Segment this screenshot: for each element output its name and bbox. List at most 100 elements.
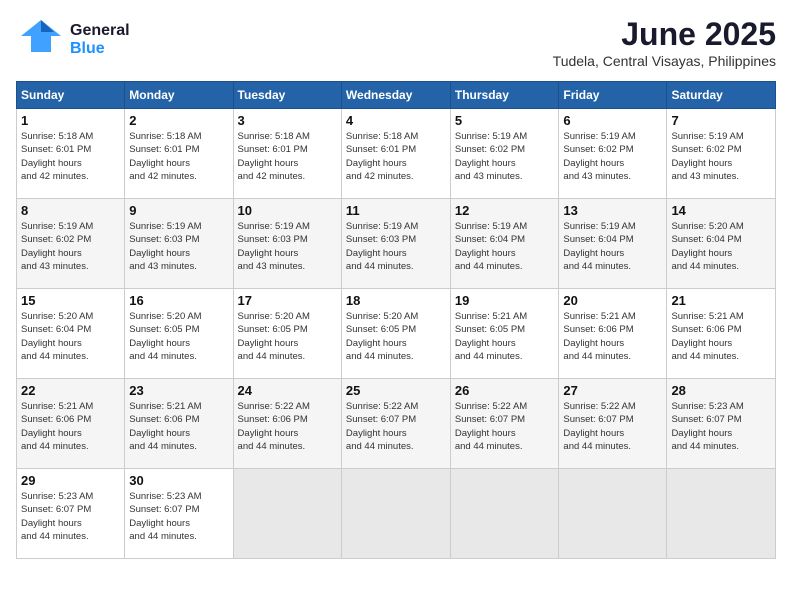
calendar-cell: 24 Sunrise: 5:22 AM Sunset: 6:06 PM Dayl… xyxy=(233,379,341,469)
header-thursday: Thursday xyxy=(450,82,559,109)
calendar-cell xyxy=(341,469,450,559)
calendar-cell: 29 Sunrise: 5:23 AM Sunset: 6:07 PM Dayl… xyxy=(17,469,125,559)
day-number: 16 xyxy=(129,293,228,308)
day-info: Sunrise: 5:21 AM Sunset: 6:06 PM Dayligh… xyxy=(563,310,662,363)
day-info: Sunrise: 5:20 AM Sunset: 6:04 PM Dayligh… xyxy=(671,220,771,273)
day-number: 7 xyxy=(671,113,771,128)
day-number: 14 xyxy=(671,203,771,218)
logo-icon xyxy=(16,16,66,64)
calendar-cell: 26 Sunrise: 5:22 AM Sunset: 6:07 PM Dayl… xyxy=(450,379,559,469)
day-number: 11 xyxy=(346,203,446,218)
day-info: Sunrise: 5:19 AM Sunset: 6:03 PM Dayligh… xyxy=(346,220,446,273)
day-info: Sunrise: 5:18 AM Sunset: 6:01 PM Dayligh… xyxy=(238,130,337,183)
day-info: Sunrise: 5:22 AM Sunset: 6:06 PM Dayligh… xyxy=(238,400,337,453)
day-number: 19 xyxy=(455,293,555,308)
calendar-cell: 11 Sunrise: 5:19 AM Sunset: 6:03 PM Dayl… xyxy=(341,199,450,289)
day-info: Sunrise: 5:20 AM Sunset: 6:05 PM Dayligh… xyxy=(238,310,337,363)
week-row-3: 15 Sunrise: 5:20 AM Sunset: 6:04 PM Dayl… xyxy=(17,289,776,379)
week-row-2: 8 Sunrise: 5:19 AM Sunset: 6:02 PM Dayli… xyxy=(17,199,776,289)
header-sunday: Sunday xyxy=(17,82,125,109)
day-number: 6 xyxy=(563,113,662,128)
header-tuesday: Tuesday xyxy=(233,82,341,109)
day-info: Sunrise: 5:21 AM Sunset: 6:06 PM Dayligh… xyxy=(129,400,228,453)
day-number: 18 xyxy=(346,293,446,308)
day-number: 25 xyxy=(346,383,446,398)
calendar-cell: 10 Sunrise: 5:19 AM Sunset: 6:03 PM Dayl… xyxy=(233,199,341,289)
day-number: 15 xyxy=(21,293,120,308)
day-info: Sunrise: 5:18 AM Sunset: 6:01 PM Dayligh… xyxy=(346,130,446,183)
day-info: Sunrise: 5:19 AM Sunset: 6:03 PM Dayligh… xyxy=(129,220,228,273)
logo-text-general: General xyxy=(70,22,130,40)
header-wednesday: Wednesday xyxy=(341,82,450,109)
day-number: 20 xyxy=(563,293,662,308)
day-number: 5 xyxy=(455,113,555,128)
calendar-cell: 18 Sunrise: 5:20 AM Sunset: 6:05 PM Dayl… xyxy=(341,289,450,379)
calendar-cell: 20 Sunrise: 5:21 AM Sunset: 6:06 PM Dayl… xyxy=(559,289,667,379)
day-number: 24 xyxy=(238,383,337,398)
day-number: 28 xyxy=(671,383,771,398)
day-number: 4 xyxy=(346,113,446,128)
location-title: Tudela, Central Visayas, Philippines xyxy=(553,53,776,69)
day-number: 22 xyxy=(21,383,120,398)
header-saturday: Saturday xyxy=(667,82,776,109)
day-number: 2 xyxy=(129,113,228,128)
calendar-cell: 12 Sunrise: 5:19 AM Sunset: 6:04 PM Dayl… xyxy=(450,199,559,289)
page-header: General Blue June 2025 Tudela, Central V… xyxy=(16,16,776,69)
day-info: Sunrise: 5:23 AM Sunset: 6:07 PM Dayligh… xyxy=(671,400,771,453)
day-info: Sunrise: 5:21 AM Sunset: 6:06 PM Dayligh… xyxy=(671,310,771,363)
calendar-cell: 14 Sunrise: 5:20 AM Sunset: 6:04 PM Dayl… xyxy=(667,199,776,289)
day-number: 12 xyxy=(455,203,555,218)
day-info: Sunrise: 5:21 AM Sunset: 6:05 PM Dayligh… xyxy=(455,310,555,363)
calendar-table: Sunday Monday Tuesday Wednesday Thursday… xyxy=(16,81,776,559)
weekday-header-row: Sunday Monday Tuesday Wednesday Thursday… xyxy=(17,82,776,109)
calendar-cell: 13 Sunrise: 5:19 AM Sunset: 6:04 PM Dayl… xyxy=(559,199,667,289)
day-number: 17 xyxy=(238,293,337,308)
day-info: Sunrise: 5:19 AM Sunset: 6:04 PM Dayligh… xyxy=(563,220,662,273)
calendar-cell: 8 Sunrise: 5:19 AM Sunset: 6:02 PM Dayli… xyxy=(17,199,125,289)
calendar-cell: 1 Sunrise: 5:18 AM Sunset: 6:01 PM Dayli… xyxy=(17,109,125,199)
day-info: Sunrise: 5:22 AM Sunset: 6:07 PM Dayligh… xyxy=(346,400,446,453)
calendar-cell: 2 Sunrise: 5:18 AM Sunset: 6:01 PM Dayli… xyxy=(125,109,233,199)
day-info: Sunrise: 5:18 AM Sunset: 6:01 PM Dayligh… xyxy=(129,130,228,183)
calendar-title-area: June 2025 Tudela, Central Visayas, Phili… xyxy=(553,16,776,69)
header-monday: Monday xyxy=(125,82,233,109)
day-info: Sunrise: 5:20 AM Sunset: 6:05 PM Dayligh… xyxy=(346,310,446,363)
calendar-cell: 4 Sunrise: 5:18 AM Sunset: 6:01 PM Dayli… xyxy=(341,109,450,199)
day-info: Sunrise: 5:22 AM Sunset: 6:07 PM Dayligh… xyxy=(563,400,662,453)
calendar-cell: 27 Sunrise: 5:22 AM Sunset: 6:07 PM Dayl… xyxy=(559,379,667,469)
calendar-cell xyxy=(559,469,667,559)
day-number: 10 xyxy=(238,203,337,218)
calendar-cell: 30 Sunrise: 5:23 AM Sunset: 6:07 PM Dayl… xyxy=(125,469,233,559)
day-info: Sunrise: 5:18 AM Sunset: 6:01 PM Dayligh… xyxy=(21,130,120,183)
day-info: Sunrise: 5:23 AM Sunset: 6:07 PM Dayligh… xyxy=(129,490,228,543)
calendar-cell: 3 Sunrise: 5:18 AM Sunset: 6:01 PM Dayli… xyxy=(233,109,341,199)
day-info: Sunrise: 5:19 AM Sunset: 6:04 PM Dayligh… xyxy=(455,220,555,273)
day-number: 1 xyxy=(21,113,120,128)
day-number: 8 xyxy=(21,203,120,218)
week-row-1: 1 Sunrise: 5:18 AM Sunset: 6:01 PM Dayli… xyxy=(17,109,776,199)
week-row-5: 29 Sunrise: 5:23 AM Sunset: 6:07 PM Dayl… xyxy=(17,469,776,559)
calendar-cell: 15 Sunrise: 5:20 AM Sunset: 6:04 PM Dayl… xyxy=(17,289,125,379)
day-info: Sunrise: 5:19 AM Sunset: 6:02 PM Dayligh… xyxy=(455,130,555,183)
day-info: Sunrise: 5:21 AM Sunset: 6:06 PM Dayligh… xyxy=(21,400,120,453)
calendar-cell: 21 Sunrise: 5:21 AM Sunset: 6:06 PM Dayl… xyxy=(667,289,776,379)
day-info: Sunrise: 5:19 AM Sunset: 6:02 PM Dayligh… xyxy=(563,130,662,183)
day-number: 26 xyxy=(455,383,555,398)
month-title: June 2025 xyxy=(553,16,776,53)
day-number: 23 xyxy=(129,383,228,398)
day-info: Sunrise: 5:20 AM Sunset: 6:05 PM Dayligh… xyxy=(129,310,228,363)
calendar-cell: 22 Sunrise: 5:21 AM Sunset: 6:06 PM Dayl… xyxy=(17,379,125,469)
day-info: Sunrise: 5:19 AM Sunset: 6:02 PM Dayligh… xyxy=(671,130,771,183)
day-number: 30 xyxy=(129,473,228,488)
calendar-cell: 23 Sunrise: 5:21 AM Sunset: 6:06 PM Dayl… xyxy=(125,379,233,469)
day-info: Sunrise: 5:19 AM Sunset: 6:02 PM Dayligh… xyxy=(21,220,120,273)
calendar-cell: 7 Sunrise: 5:19 AM Sunset: 6:02 PM Dayli… xyxy=(667,109,776,199)
header-friday: Friday xyxy=(559,82,667,109)
day-number: 27 xyxy=(563,383,662,398)
day-number: 29 xyxy=(21,473,120,488)
calendar-cell: 25 Sunrise: 5:22 AM Sunset: 6:07 PM Dayl… xyxy=(341,379,450,469)
day-info: Sunrise: 5:20 AM Sunset: 6:04 PM Dayligh… xyxy=(21,310,120,363)
day-info: Sunrise: 5:19 AM Sunset: 6:03 PM Dayligh… xyxy=(238,220,337,273)
calendar-cell: 16 Sunrise: 5:20 AM Sunset: 6:05 PM Dayl… xyxy=(125,289,233,379)
calendar-cell: 5 Sunrise: 5:19 AM Sunset: 6:02 PM Dayli… xyxy=(450,109,559,199)
